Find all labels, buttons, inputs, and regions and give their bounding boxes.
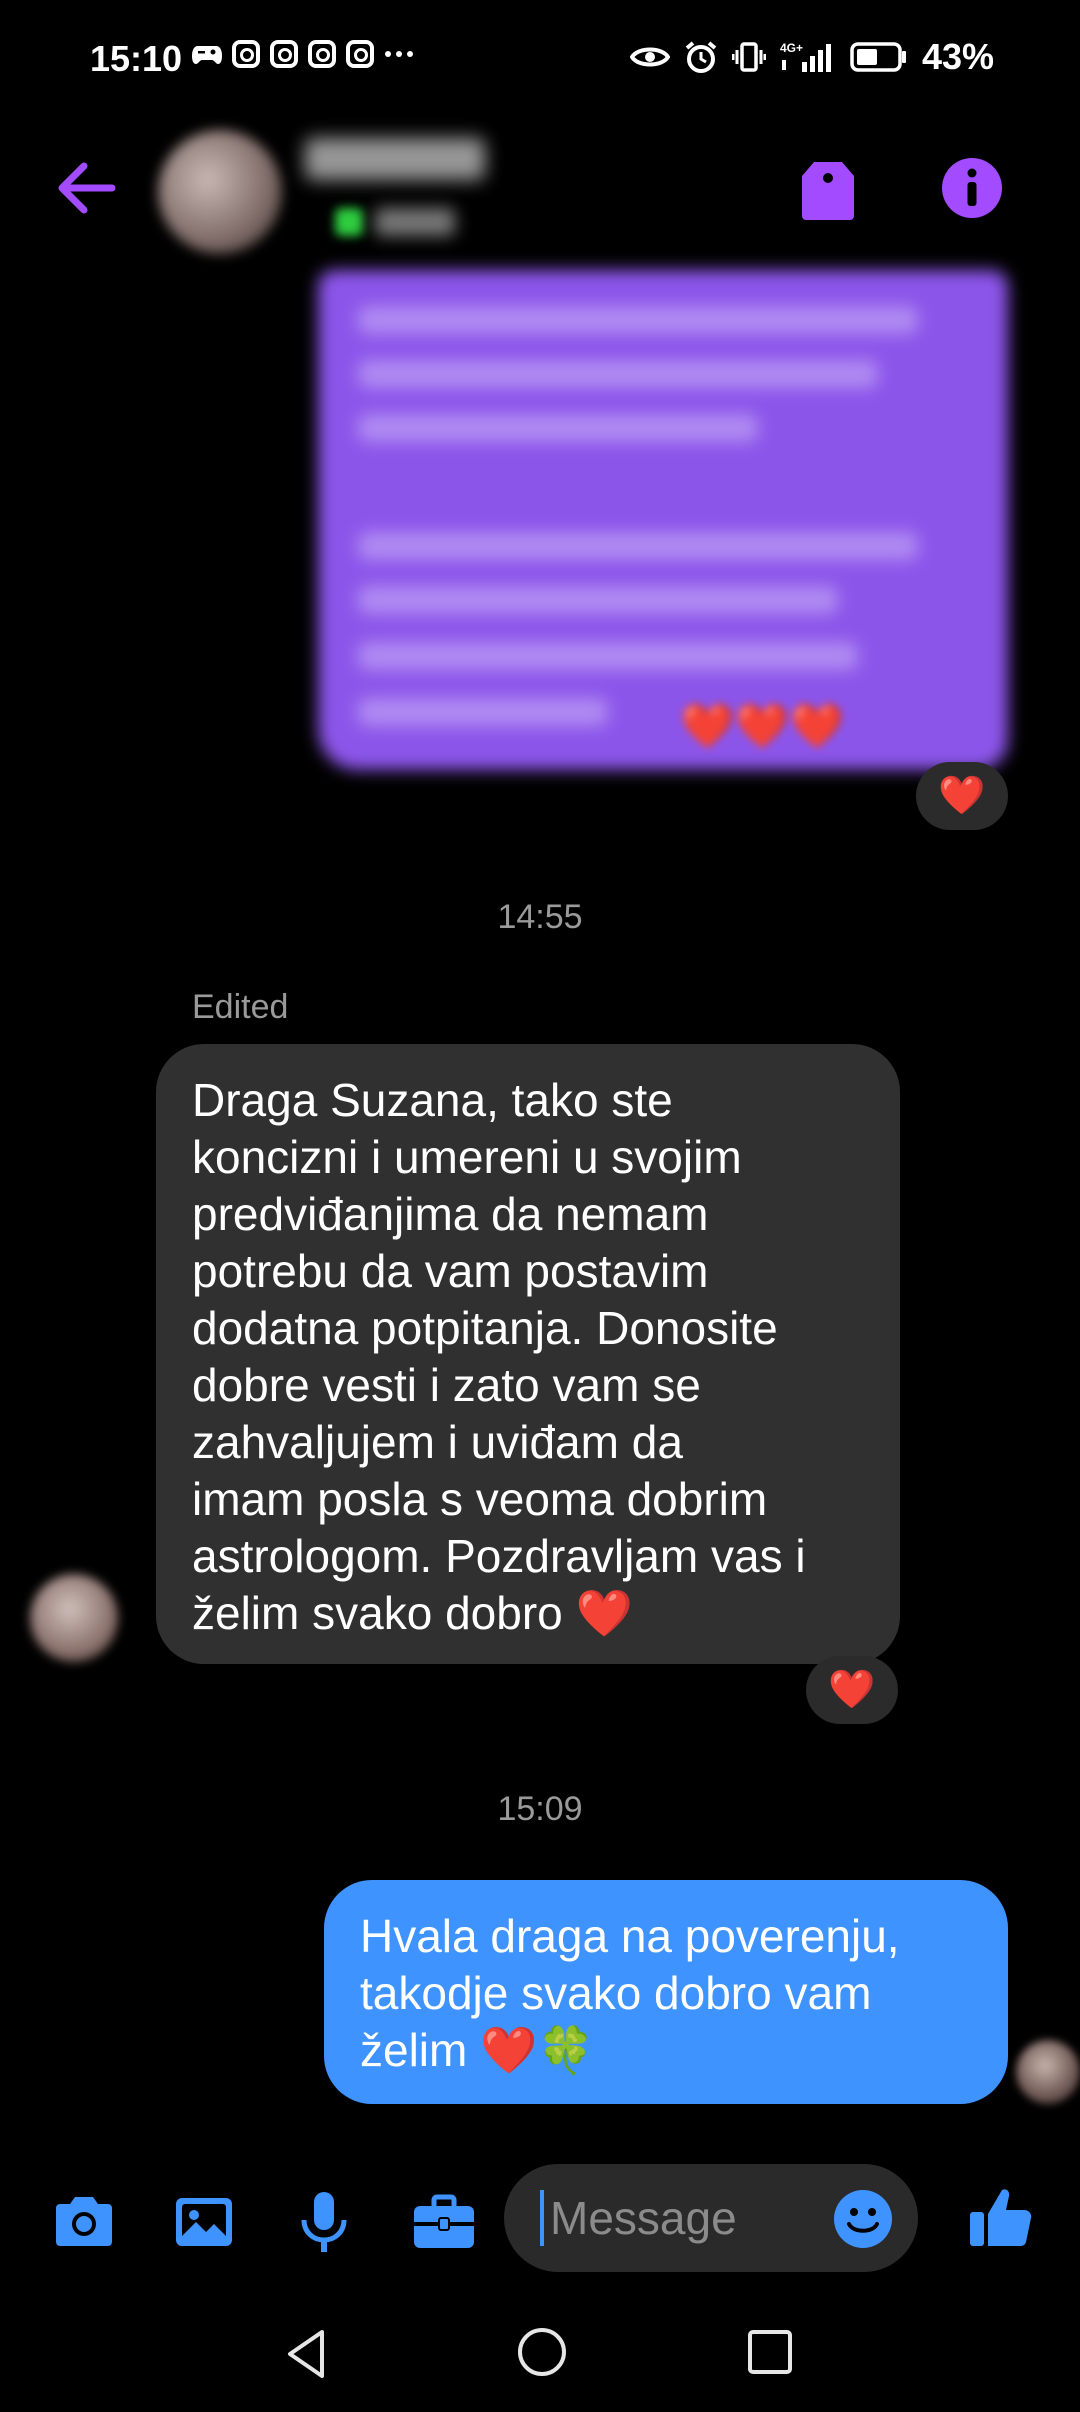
battery-icon	[850, 42, 906, 72]
system-icons: 4G+ 43%	[629, 36, 994, 78]
blurred-outgoing-message[interactable]	[318, 270, 1008, 770]
heart-reaction[interactable]: ❤️	[916, 762, 1008, 830]
edited-label: Edited	[192, 988, 289, 1026]
active-status-dot	[335, 208, 363, 236]
vibrate-icon	[731, 42, 766, 72]
battery-percentage: 43%	[921, 36, 994, 77]
alarm-icon	[685, 41, 717, 73]
status-bar: 15:10 4G+ 43%	[0, 0, 1080, 120]
blurred-hearts: ❤️❤️❤️	[680, 702, 845, 751]
game-controller-icon	[192, 46, 222, 64]
thumbs-up-icon[interactable]	[966, 2182, 1036, 2252]
heart-reaction[interactable]: ❤️	[806, 1656, 898, 1724]
instagram-icon	[308, 40, 336, 68]
incoming-message-text: Draga Suzana, tako ste koncizni i umeren…	[192, 1074, 806, 1639]
camera-icon[interactable]	[48, 2186, 120, 2258]
eye-icon	[629, 47, 670, 67]
more-dots-icon	[385, 51, 413, 57]
tag-icon[interactable]	[800, 158, 856, 222]
info-icon[interactable]	[940, 156, 1004, 220]
nav-home-icon[interactable]	[514, 2324, 570, 2380]
arrow-left-icon[interactable]	[50, 158, 120, 218]
emoji-icon[interactable]	[832, 2188, 894, 2250]
outgoing-message-bubble[interactable]: Hvala draga na poverenju, takodje svako …	[324, 1880, 1008, 2104]
contact-name-blurred[interactable]	[305, 138, 485, 180]
microphone-icon[interactable]	[288, 2186, 360, 2258]
contact-avatar[interactable]	[158, 130, 282, 254]
notification-icons	[192, 40, 414, 68]
seen-avatar	[1016, 2040, 1080, 2104]
status-time: 15:10	[90, 38, 183, 79]
signal-4g-icon: 4G+	[780, 41, 831, 72]
svg-text:4G+: 4G+	[780, 41, 803, 55]
message-input-container[interactable]	[504, 2164, 918, 2272]
sender-avatar[interactable]	[30, 1574, 118, 1662]
incoming-message-bubble[interactable]: Draga Suzana, tako ste koncizni i umeren…	[156, 1044, 900, 1664]
briefcase-icon[interactable]	[408, 2186, 480, 2258]
timestamp: 14:55	[497, 898, 583, 936]
instagram-icon	[270, 40, 298, 68]
contact-status-blurred	[375, 208, 455, 236]
outgoing-message-text: Hvala draga na poverenju, takodje svako …	[360, 1910, 900, 2076]
nav-back-icon[interactable]	[280, 2326, 336, 2382]
instagram-icon	[232, 40, 260, 68]
nav-recent-icon[interactable]	[744, 2326, 796, 2378]
gallery-icon[interactable]	[168, 2186, 240, 2258]
timestamp: 15:09	[497, 1790, 583, 1828]
instagram-icon	[346, 40, 374, 68]
message-input[interactable]	[540, 2190, 820, 2246]
